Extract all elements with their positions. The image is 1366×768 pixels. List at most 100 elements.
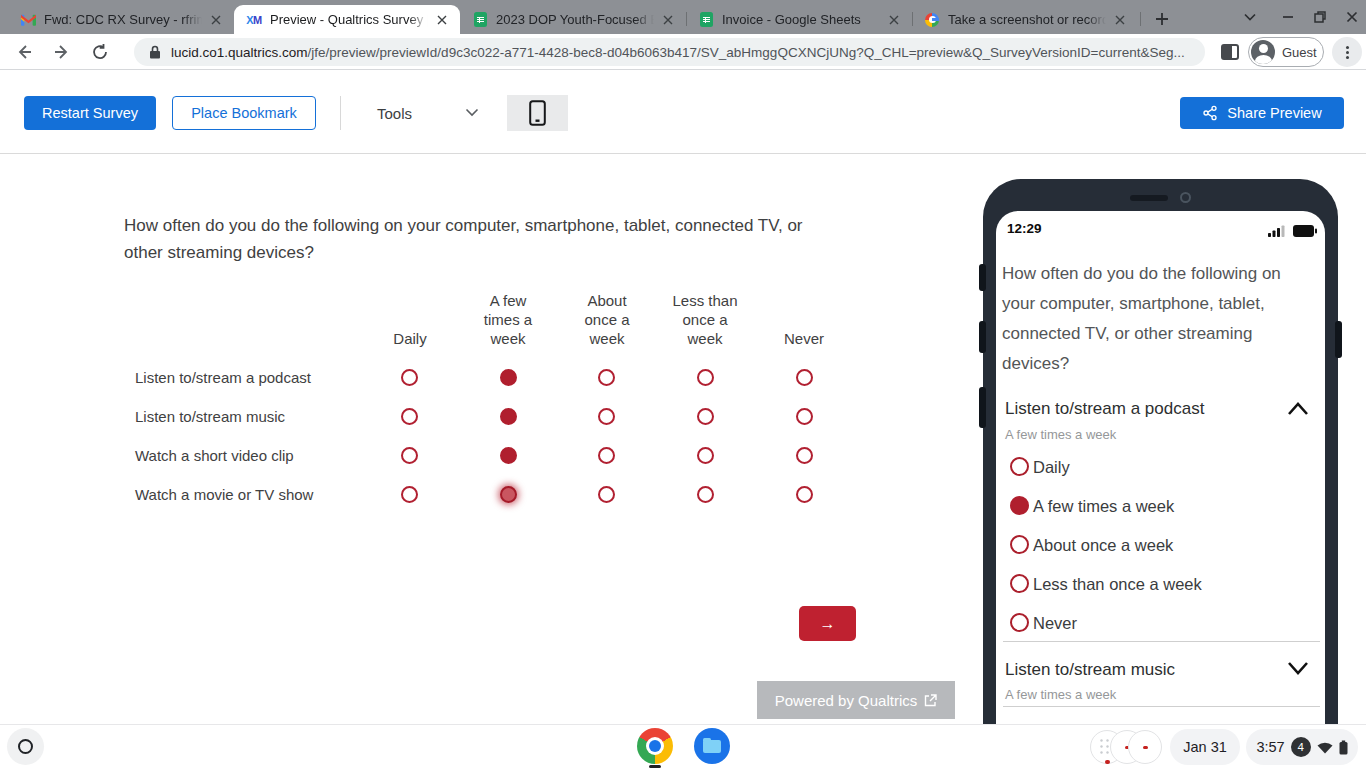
chevron-down-icon[interactable] — [465, 108, 479, 117]
restore-button[interactable] — [1308, 0, 1332, 34]
column-header: Daily — [373, 290, 447, 348]
row-label: Listen to/stream a podcast — [135, 369, 311, 386]
side-panel-icon[interactable] — [1216, 38, 1244, 66]
share-icon — [1202, 105, 1218, 121]
radio-never[interactable] — [796, 447, 813, 464]
phone-radio-never[interactable] — [1010, 613, 1029, 632]
date-label: Jan 31 — [1183, 739, 1227, 755]
phone-radio-about-once-week[interactable] — [1010, 535, 1029, 554]
address-bar[interactable]: lucid.co1.qualtrics.com/jfe/preview/prev… — [134, 38, 1205, 66]
matrix-table: Daily A few times a week About once a we… — [0, 290, 900, 520]
radio-about-once-week[interactable] — [598, 369, 615, 386]
powered-by-qualtrics-badge[interactable]: Powered by Qualtrics — [757, 681, 955, 719]
radio-few-times-week[interactable] — [500, 408, 517, 425]
minimize-button[interactable] — [1276, 0, 1300, 34]
phone-option-label: Less than once a week — [1033, 575, 1202, 594]
radio-less-once-week[interactable] — [697, 369, 714, 386]
tab-title: Take a screenshot or record yo — [948, 12, 1106, 27]
tab-qualtrics-preview[interactable]: XM Preview - Qualtrics Survey | Qua — [234, 5, 460, 34]
radio-few-times-week[interactable] — [500, 369, 517, 386]
survey-preview-toolbar: Restart Survey Place Bookmark Tools Shar… — [0, 70, 1366, 154]
sheets-icon — [472, 12, 488, 28]
battery-icon — [1293, 225, 1317, 237]
radio-about-once-week[interactable] — [598, 447, 615, 464]
tab-close-icon[interactable] — [660, 12, 676, 28]
column-header: About once a week — [570, 290, 644, 348]
guest-label: Guest — [1282, 45, 1317, 60]
sheets-icon — [698, 12, 714, 28]
powered-by-label: Powered by Qualtrics — [775, 692, 918, 709]
phone-mute-button — [979, 264, 986, 291]
phone-speaker — [1130, 195, 1168, 201]
radio-daily[interactable] — [401, 447, 418, 464]
accordion-selected-value: A few times a week — [1005, 687, 1116, 702]
gmail-icon — [20, 12, 36, 28]
chevron-up-icon[interactable] — [1287, 401, 1309, 416]
tab-google-search[interactable]: Take a screenshot or record yo — [912, 5, 1138, 34]
tab-sheets-invoice[interactable]: Invoice - Google Sheets — [686, 5, 912, 34]
tab-close-icon[interactable] — [208, 12, 224, 28]
date-pill[interactable]: Jan 31 — [1170, 729, 1240, 765]
radio-never[interactable] — [796, 486, 813, 503]
close-window-button[interactable] — [1340, 0, 1364, 34]
tab-close-icon[interactable] — [1112, 12, 1128, 28]
radio-few-times-week[interactable] — [500, 447, 517, 464]
place-bookmark-button[interactable]: Place Bookmark — [172, 96, 316, 130]
mobile-preview-button[interactable] — [507, 95, 568, 131]
next-button[interactable]: → — [799, 606, 856, 641]
notification-count-badge: 4 — [1291, 737, 1311, 757]
phone-radio-daily[interactable] — [1010, 457, 1029, 476]
share-preview-button[interactable]: Share Preview — [1180, 97, 1344, 129]
phone-radio-less-once-week[interactable] — [1010, 574, 1029, 593]
notification-icon[interactable] — [1128, 730, 1162, 764]
phone-question-text: How often do you do the following on you… — [1002, 259, 1310, 379]
chevron-down-icon[interactable] — [1287, 661, 1309, 676]
guest-profile-button[interactable]: Guest — [1248, 37, 1324, 67]
chrome-app-icon[interactable] — [637, 728, 673, 764]
time-label: 3:57 — [1256, 739, 1284, 755]
radio-daily[interactable] — [401, 369, 418, 386]
accordion-title[interactable]: Listen to/stream music — [1005, 660, 1175, 680]
smartphone-icon — [529, 100, 546, 126]
three-dot-icon — [1346, 51, 1349, 54]
radio-less-once-week[interactable] — [697, 447, 714, 464]
phone-radio-few-times-week[interactable] — [1010, 496, 1029, 515]
files-app-icon[interactable] — [694, 728, 730, 764]
radio-daily[interactable] — [401, 408, 418, 425]
tools-dropdown[interactable]: Tools — [377, 105, 412, 122]
radio-few-times-week[interactable] — [500, 486, 517, 503]
launcher-button[interactable] — [7, 728, 44, 765]
radio-never[interactable] — [796, 408, 813, 425]
tab-gmail[interactable]: Fwd: CDC RX Survey - rfrimpor — [8, 5, 234, 34]
radio-about-once-week[interactable] — [598, 486, 615, 503]
status-tray[interactable]: 3:57 4 — [1246, 729, 1358, 765]
accordion-title[interactable]: Listen to/stream a podcast — [1005, 399, 1204, 419]
survey-question-text: How often do you do the following on you… — [124, 212, 830, 266]
radio-less-once-week[interactable] — [697, 486, 714, 503]
tab-separator — [912, 12, 913, 26]
wifi-icon — [1317, 741, 1333, 754]
signal-icon — [1268, 225, 1286, 237]
restart-survey-button[interactable]: Restart Survey — [24, 96, 156, 130]
radio-daily[interactable] — [401, 486, 418, 503]
reload-button[interactable] — [86, 38, 114, 66]
row-label: Watch a movie or TV show — [135, 486, 313, 503]
share-preview-label: Share Preview — [1227, 105, 1321, 121]
forward-button[interactable] — [48, 38, 76, 66]
row-label: Watch a short video clip — [135, 447, 294, 464]
phone-preview-mockup: 12:29 How often do you do the following … — [983, 179, 1338, 768]
radio-never[interactable] — [796, 369, 813, 386]
radio-less-once-week[interactable] — [697, 408, 714, 425]
phone-option-label: Never — [1033, 614, 1077, 633]
tab-close-icon[interactable] — [886, 12, 902, 28]
browser-menu-button[interactable] — [1332, 37, 1362, 67]
radio-about-once-week[interactable] — [598, 408, 615, 425]
url-text: lucid.co1.qualtrics.com/jfe/preview/prev… — [171, 45, 1185, 60]
window-menu-chevron-icon[interactable] — [1238, 0, 1262, 34]
back-button[interactable] — [10, 38, 38, 66]
new-tab-button[interactable] — [1148, 5, 1176, 33]
phone-status-time: 12:29 — [1007, 221, 1042, 236]
tab-close-icon[interactable] — [434, 12, 450, 28]
phone-power-button — [1335, 321, 1342, 358]
tab-sheets-dop[interactable]: 2023 DOP Youth-Focused Envi — [460, 5, 686, 34]
